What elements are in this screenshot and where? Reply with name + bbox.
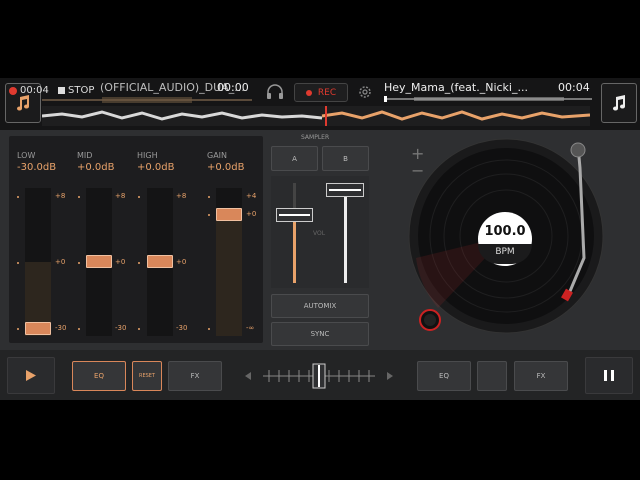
eq-low-slider-handle[interactable]: [25, 322, 51, 335]
eq-high-value: +0.0dB: [137, 162, 175, 173]
gain-label: GAIN: [207, 151, 228, 160]
deck-b-pause-button[interactable]: [585, 357, 633, 394]
tick-dot: [17, 262, 19, 264]
tick-dot: [208, 328, 210, 330]
play-icon: [26, 370, 36, 381]
record-label: REC: [317, 87, 337, 98]
eq-mid-label: MID: [77, 151, 93, 160]
tick-dot: [78, 262, 80, 264]
gain-tick-zero: +0: [246, 210, 257, 218]
deck-a-volume-level: [293, 222, 296, 283]
sampler-b-button[interactable]: B: [322, 146, 369, 171]
deck-b-eq-button[interactable]: EQ: [417, 361, 471, 391]
eq-high-tick-mid: +0: [176, 258, 187, 266]
eq-low-slider-track[interactable]: [25, 188, 51, 336]
gain-value: +0.0dB: [207, 162, 245, 173]
deck-b-volume-handle[interactable]: [326, 183, 364, 197]
eq-high-slider-handle[interactable]: [147, 255, 173, 268]
deck-a-fx-button[interactable]: FX: [168, 361, 222, 391]
pause-icon: [604, 370, 614, 381]
eq-low-value: -30.0dB: [17, 162, 57, 173]
deck-b-library-button[interactable]: [601, 83, 637, 123]
deck-a-mini-waveform[interactable]: [42, 95, 252, 105]
deck-a-volume-handle[interactable]: [276, 208, 313, 222]
deck-b-title: Hey_Mama_(feat._Nicki_...: [384, 81, 528, 94]
main-waveform[interactable]: [42, 106, 590, 126]
deck-a-eq-button[interactable]: EQ: [72, 361, 126, 391]
tick-dot: [17, 328, 19, 330]
sync-button[interactable]: SYNC: [271, 322, 369, 346]
bpm-unit: BPM: [495, 247, 515, 257]
deck-b-blank-button[interactable]: [477, 361, 507, 391]
eq-low-tick-mid: +0: [55, 258, 66, 266]
eq-mid-tick-bottom: -30: [115, 324, 127, 332]
tick-dot: [208, 214, 210, 216]
eq-high-tick-top: +8: [176, 192, 187, 200]
deck-b-volume-track[interactable]: [344, 183, 347, 283]
tick-dot: [138, 328, 140, 330]
record-button[interactable]: REC: [294, 83, 348, 102]
deck-a-remaining: 00:00: [217, 81, 249, 94]
eq-mid-tick-mid: +0: [115, 258, 126, 266]
eq-mid-slider-handle[interactable]: [86, 255, 112, 268]
eq-mid-value: +0.0dB: [77, 162, 115, 173]
music-note-icon: [613, 95, 626, 111]
eq-low-tick-bottom: -30: [55, 324, 67, 332]
eq-low-tick-top: +8: [55, 192, 66, 200]
automix-button[interactable]: AUTOMIX: [271, 294, 369, 318]
music-note-icon: [17, 95, 30, 111]
tick-dot: [138, 262, 140, 264]
reset-button[interactable]: RESET: [132, 361, 162, 391]
tick-dot: [78, 196, 80, 198]
gain-slider-handle[interactable]: [216, 208, 242, 221]
sampler-a-button[interactable]: A: [271, 146, 318, 171]
headphones-icon[interactable]: [266, 84, 284, 100]
recording-dot-icon: [9, 86, 17, 95]
stop-icon: [58, 87, 65, 94]
eq-high-label: HIGH: [137, 151, 158, 160]
record-dot-icon: [305, 89, 312, 96]
settings-gear-icon[interactable]: [357, 84, 373, 100]
tick-dot: [78, 328, 80, 330]
gain-tick-bottom: -∞: [246, 324, 255, 332]
eq-mid-tick-top: +8: [115, 192, 126, 200]
tick-dot: [138, 196, 140, 198]
tick-dot: [208, 196, 210, 198]
eq-low-label: LOW: [17, 151, 36, 160]
bpm-value: 100.0: [484, 224, 526, 239]
volume-label: VOL: [313, 230, 326, 237]
sampler-label: SAMPLER: [301, 134, 330, 141]
deck-b-fx-button[interactable]: FX: [514, 361, 568, 391]
tick-dot: [17, 196, 19, 198]
deck-a-play-button[interactable]: [7, 357, 55, 394]
deck-b-time: 00:04: [558, 81, 590, 94]
crossfader[interactable]: [243, 362, 395, 390]
deck-b-mini-waveform[interactable]: [384, 94, 592, 104]
gain-tick-top: +4: [246, 192, 257, 200]
eq-high-tick-bottom: -30: [176, 324, 188, 332]
